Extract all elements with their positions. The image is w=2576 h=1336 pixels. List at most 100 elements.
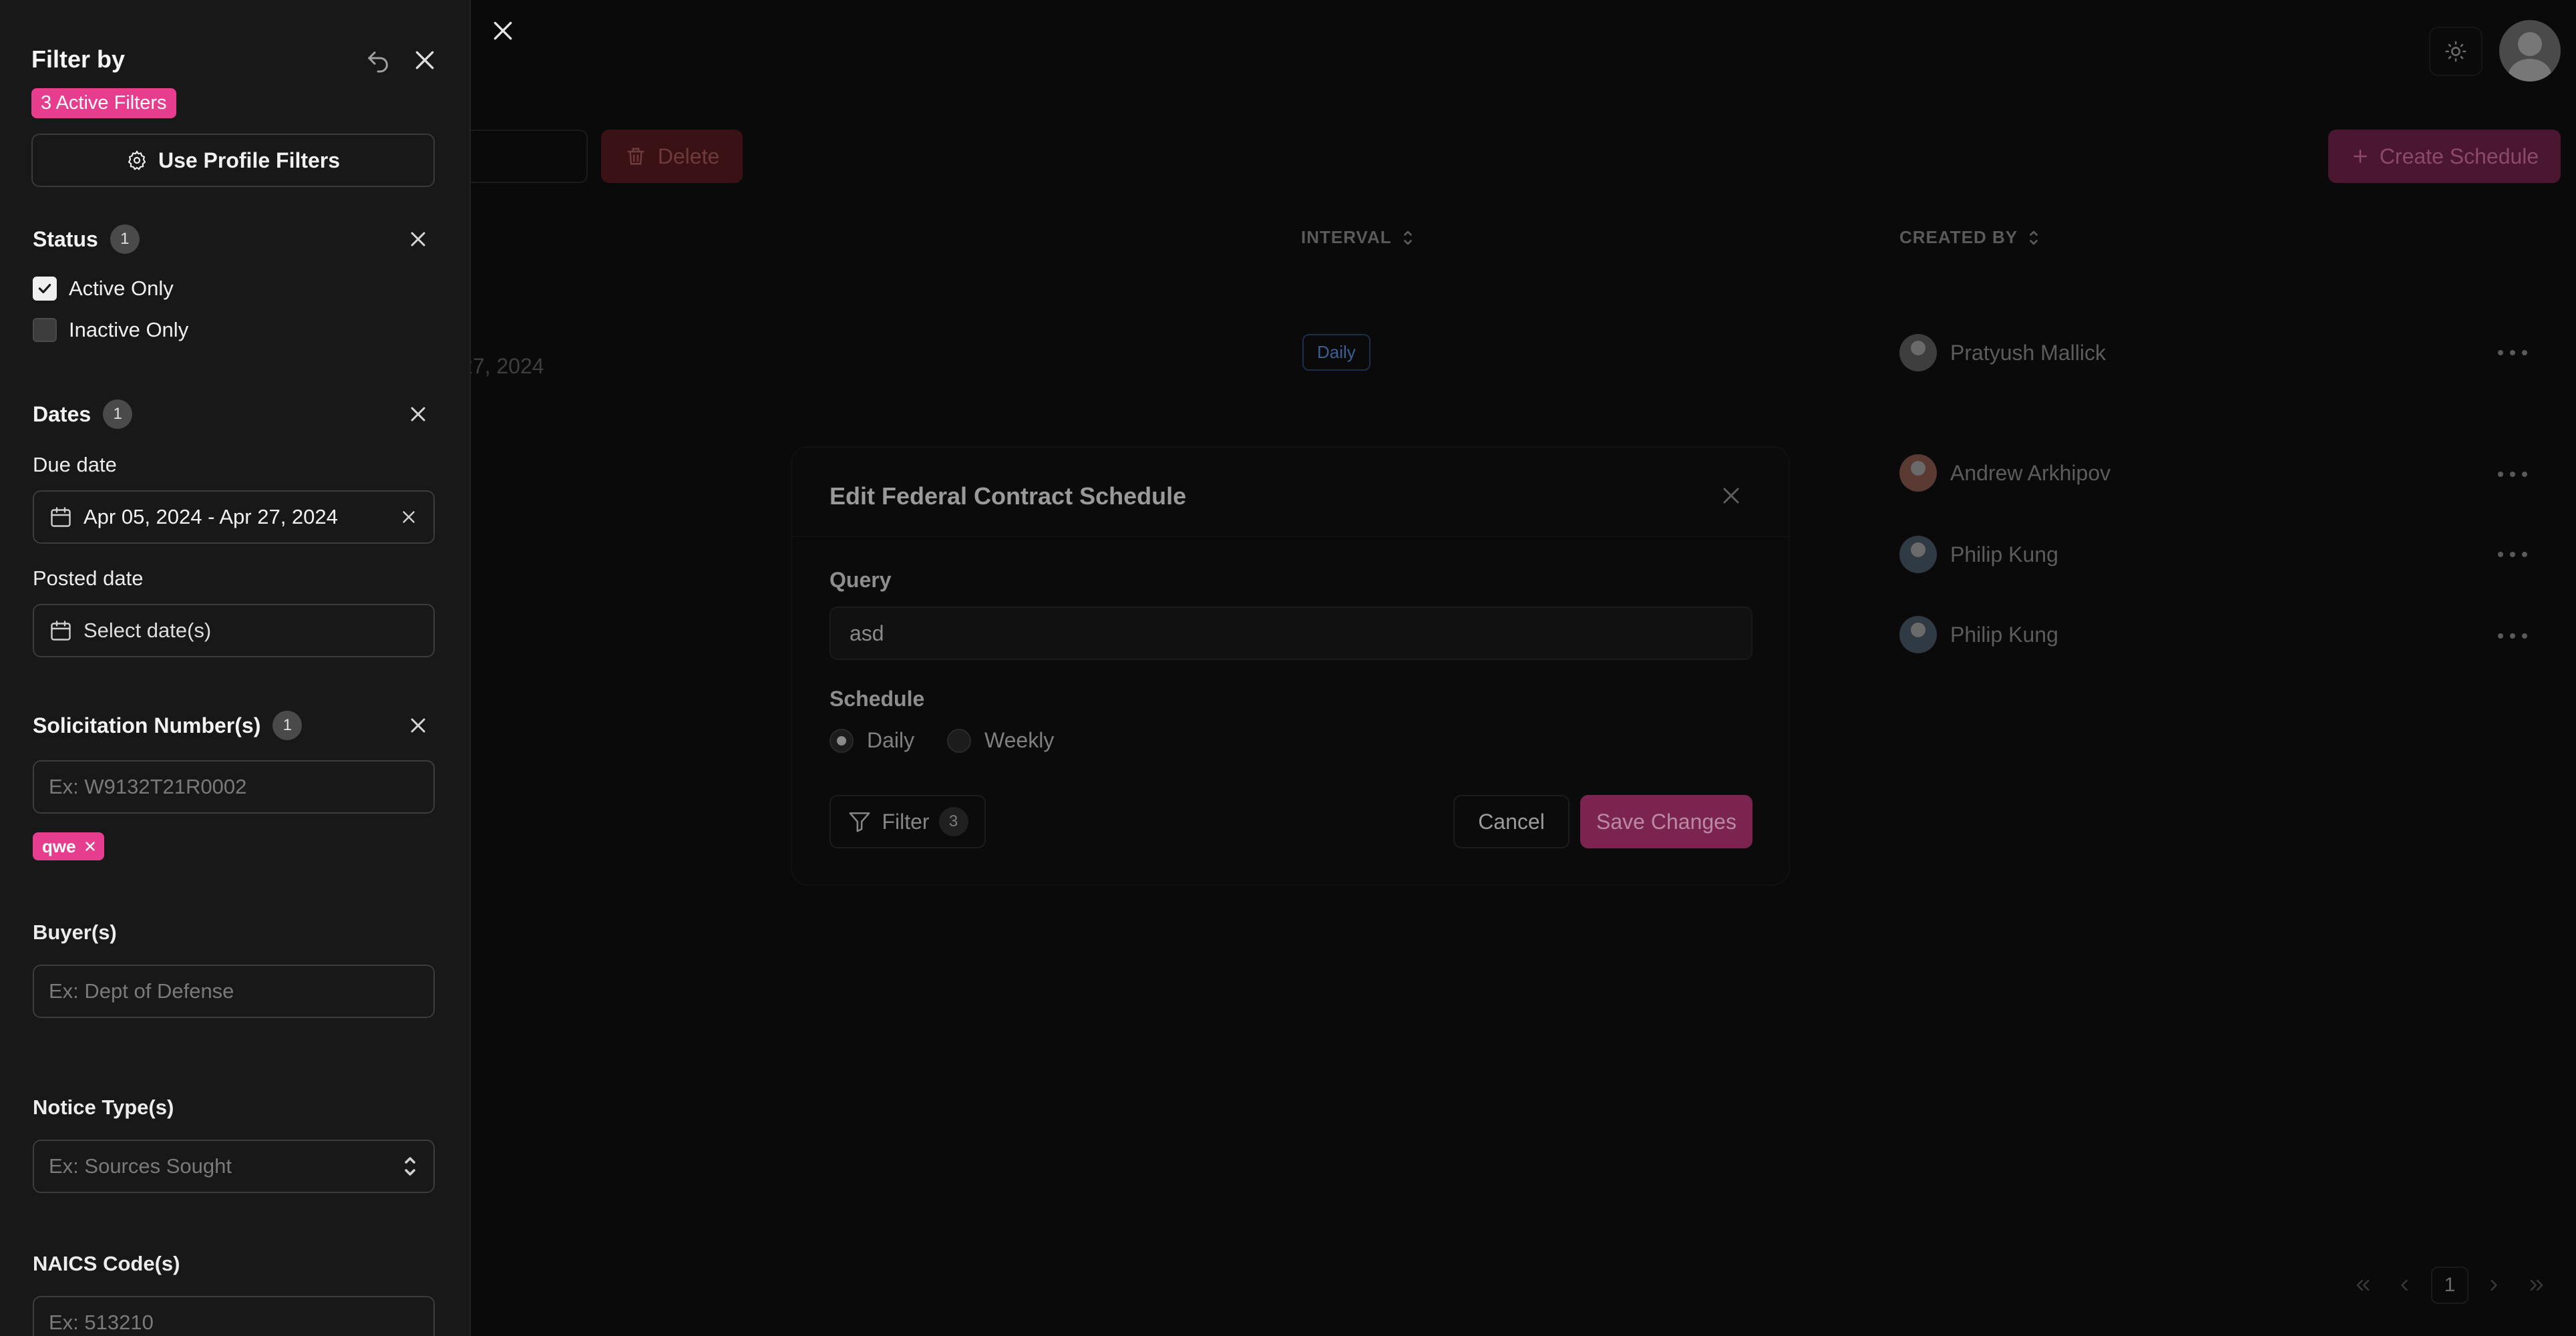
section-title: Solicitation Number(s) [33, 713, 261, 737]
solicitation-section-header: Solicitation Number(s) 1 [33, 711, 303, 740]
page-number-button[interactable]: 1 [2431, 1267, 2468, 1304]
table-row[interactable]: Andrew Arkhipov [1899, 454, 2110, 492]
row-actions-icon[interactable] [2498, 468, 2527, 481]
close-icon[interactable] [490, 17, 516, 44]
buyers-input[interactable]: Ex: Dept of Defense [33, 965, 435, 1018]
posted-date-label: Posted date [33, 566, 144, 590]
checkbox[interactable] [33, 318, 57, 342]
filter-panel: Filter by 3 Active Filters Use Profile F… [0, 0, 471, 1336]
notice-types-placeholder: Ex: Sources Sought [49, 1154, 232, 1178]
plus-icon [2350, 146, 2370, 166]
app-root: Delete Create Schedule INTERVAL CREATED … [0, 0, 2576, 1336]
trash-icon [624, 145, 647, 168]
due-date-field[interactable]: Apr 05, 2024 - Apr 27, 2024 [33, 490, 435, 544]
table-row[interactable]: Pratyush Mallick [1899, 334, 2106, 371]
row-actions-icon[interactable] [2498, 629, 2527, 643]
radio-label: Daily [867, 728, 915, 752]
next-page-icon[interactable] [2475, 1267, 2513, 1304]
solicitation-chip: qwe [33, 832, 104, 860]
column-header-created-by[interactable]: CREATED BY [1899, 227, 2040, 248]
posted-date-placeholder: Select date(s) [83, 619, 212, 642]
checkbox-label: Inactive Only [69, 318, 189, 341]
status-option-active[interactable]: Active Only [33, 277, 174, 301]
search-input[interactable] [461, 130, 588, 183]
section-title: Dates [33, 401, 91, 426]
radio-button[interactable] [947, 728, 971, 753]
divider [792, 536, 1789, 537]
dates-section-header: Dates 1 [33, 399, 133, 429]
creator-name: Philip Kung [1950, 622, 2058, 647]
theme-toggle-button[interactable] [2429, 27, 2482, 76]
chevron-up-down-icon [401, 1153, 419, 1180]
user-avatar[interactable] [2499, 20, 2561, 81]
avatar [1899, 616, 1937, 653]
sort-icon [2027, 228, 2040, 248]
buyers-label: Buyer(s) [33, 921, 117, 944]
status-section-header: Status 1 [33, 224, 140, 254]
filter-label: Filter [882, 809, 930, 834]
avatar [1899, 536, 1937, 573]
notice-types-select[interactable]: Ex: Sources Sought [33, 1140, 435, 1193]
radio-button[interactable] [830, 728, 854, 753]
due-date-value: Apr 05, 2024 - Apr 27, 2024 [83, 505, 338, 528]
creator-name: Pratyush Mallick [1950, 340, 2106, 365]
funnel-icon [847, 809, 872, 834]
creator-name: Andrew Arkhipov [1950, 460, 2111, 485]
close-icon[interactable] [406, 402, 430, 426]
table-row[interactable]: Philip Kung [1899, 616, 2058, 653]
query-input[interactable]: asd [830, 607, 1753, 660]
filter-button[interactable]: Filter 3 [830, 795, 986, 848]
close-icon[interactable] [406, 227, 430, 251]
row-actions-icon[interactable] [2498, 346, 2527, 359]
interval-badge: Daily [1302, 334, 1370, 371]
clear-icon[interactable] [399, 507, 419, 527]
modal-title: Edit Federal Contract Schedule [830, 482, 1187, 510]
checkbox[interactable] [33, 277, 57, 301]
due-date-label: Due date [33, 453, 117, 476]
gear-icon [126, 150, 148, 171]
creator-name: Philip Kung [1950, 542, 2058, 566]
cancel-button[interactable]: Cancel [1453, 795, 1570, 848]
last-page-icon[interactable] [2518, 1267, 2555, 1304]
checkbox-label: Active Only [69, 277, 174, 300]
close-icon[interactable] [406, 713, 430, 737]
close-icon[interactable] [1718, 482, 1744, 509]
notice-types-label: Notice Type(s) [33, 1096, 174, 1119]
schedule-option-daily[interactable]: Daily [830, 728, 914, 753]
column-header-label: INTERVAL [1301, 227, 1392, 247]
solicitation-input[interactable]: Ex: W9132T21R0002 [33, 760, 435, 814]
naics-label: NAICS Code(s) [33, 1252, 180, 1275]
save-changes-button[interactable]: Save Changes [1580, 795, 1753, 848]
use-profile-filters-button[interactable]: Use Profile Filters [31, 134, 435, 187]
sun-icon [2444, 40, 2467, 63]
close-icon[interactable] [411, 47, 438, 73]
section-title: Status [33, 226, 98, 251]
schedule-label: Schedule [830, 687, 925, 711]
delete-label: Delete [657, 144, 720, 168]
filter-count-badge: 3 [938, 807, 968, 836]
section-count-badge: 1 [110, 224, 140, 254]
avatar [1899, 454, 1937, 492]
radio-label: Weekly [984, 728, 1055, 752]
avatar [1899, 334, 1937, 371]
status-option-inactive[interactable]: Inactive Only [33, 318, 188, 342]
create-schedule-button[interactable]: Create Schedule [2328, 130, 2561, 183]
delete-button[interactable]: Delete [601, 130, 743, 183]
chip-label: qwe [42, 836, 76, 856]
posted-date-field[interactable]: Select date(s) [33, 604, 435, 657]
remove-chip-icon[interactable] [83, 839, 98, 854]
section-count-badge: 1 [103, 399, 133, 429]
table-cell-date: 27, 2024 [461, 354, 544, 378]
naics-input[interactable]: Ex: 513210 [33, 1296, 435, 1336]
undo-icon[interactable] [365, 48, 391, 75]
calendar-icon [49, 505, 73, 529]
panel-title: Filter by [31, 45, 126, 73]
section-count-badge: 1 [272, 711, 303, 740]
active-filters-badge: 3 Active Filters [31, 88, 176, 118]
table-row[interactable]: Philip Kung [1899, 536, 2058, 573]
column-header-interval[interactable]: INTERVAL [1301, 227, 1415, 248]
first-page-icon[interactable] [2344, 1267, 2382, 1304]
row-actions-icon[interactable] [2498, 548, 2527, 561]
prev-page-icon[interactable] [2386, 1267, 2423, 1304]
schedule-option-weekly[interactable]: Weekly [947, 728, 1054, 753]
